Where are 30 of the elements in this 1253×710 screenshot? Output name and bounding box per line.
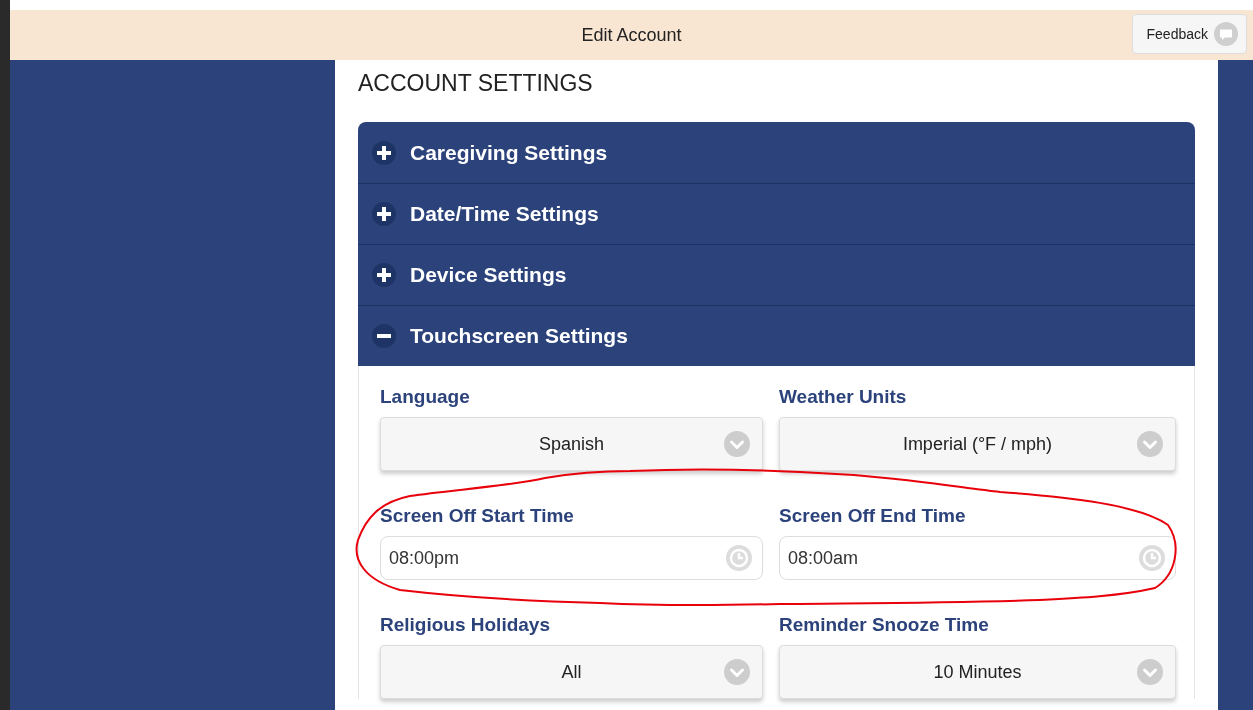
accordion-header[interactable]: Device Settings xyxy=(358,244,1195,305)
field-label: Language xyxy=(380,386,471,408)
clock-icon xyxy=(1139,545,1165,571)
dropdown[interactable]: Imperial (°F / mph) xyxy=(779,417,1176,471)
plus-icon xyxy=(372,202,396,226)
accordion-header[interactable]: Caregiving Settings xyxy=(358,122,1195,183)
section-title: ACCOUNT SETTINGS xyxy=(358,69,594,98)
dropdown[interactable]: All xyxy=(380,645,763,699)
accordion-header[interactable]: Date/Time Settings xyxy=(358,183,1195,244)
field-label: Screen Off Start Time xyxy=(380,505,575,527)
speech-bubble-icon xyxy=(1214,22,1238,46)
chevron-down-icon xyxy=(1137,659,1163,685)
dropdown[interactable]: Spanish xyxy=(380,417,763,471)
plus-icon xyxy=(372,263,396,287)
chevron-down-icon xyxy=(724,431,750,457)
time-input-field[interactable]: 08:00am xyxy=(779,536,1176,580)
feedback-button[interactable]: Feedback xyxy=(1131,14,1247,54)
plus-icon xyxy=(372,140,396,165)
field-label: Weather Units xyxy=(779,386,908,408)
chevron-down-icon xyxy=(724,659,750,685)
clock-icon xyxy=(726,545,752,571)
dropdown[interactable]: 10 Minutes xyxy=(779,645,1176,699)
accordion-header[interactable]: Touchscreen Settings xyxy=(358,305,1195,366)
field-label: Religious Holidays xyxy=(380,614,551,636)
time-input-field[interactable]: 08:00pm xyxy=(380,536,763,580)
minus-icon xyxy=(372,324,396,348)
field-label: Reminder Snooze Time xyxy=(779,614,990,636)
chevron-down-icon xyxy=(1137,431,1163,457)
page-header-title: Edit Account xyxy=(581,24,682,46)
field-label: Screen Off End Time xyxy=(779,505,967,527)
